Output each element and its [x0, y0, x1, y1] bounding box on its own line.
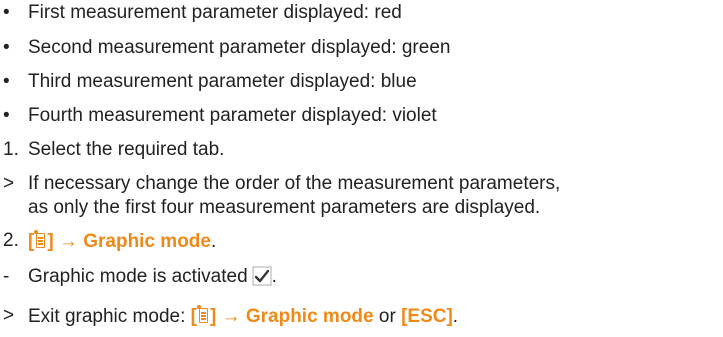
checkbox-checked-icon	[252, 266, 272, 286]
menu-icon	[196, 305, 210, 324]
result-marker: >	[3, 173, 15, 194]
bullet-text: Fourth measurement parameter displayed: …	[28, 105, 437, 126]
result-text-line-1: If necessary change the order of the mea…	[28, 173, 561, 194]
arrow: →	[216, 306, 246, 327]
arrow: →	[53, 231, 84, 252]
bullet-marker: •	[3, 71, 10, 92]
bullet-marker: •	[3, 2, 10, 23]
step-text: Select the required tab.	[28, 139, 225, 160]
menu-item-graphic-mode: Graphic mode	[83, 231, 211, 252]
bullet-text: Second measurement parameter displayed: …	[28, 37, 451, 58]
activated-text: Graphic mode is activated	[28, 266, 248, 287]
menu-icon	[34, 230, 47, 249]
bullet-text: First measurement parameter displayed: r…	[28, 2, 402, 23]
exit-prefix: Exit graphic mode:	[28, 306, 191, 327]
step-text: [] → Graphic mode.	[28, 230, 216, 253]
esc-key: [ESC]	[401, 306, 453, 327]
period: .	[452, 306, 459, 327]
result-text: Graphic mode is activated .	[28, 266, 277, 288]
or-text: or	[373, 306, 402, 327]
result-marker: -	[3, 266, 10, 287]
menu-item-graphic-mode: Graphic mode	[245, 306, 374, 327]
bullet-marker: •	[3, 105, 10, 126]
period: .	[271, 266, 277, 287]
step-number: 1.	[3, 139, 19, 160]
bullet-marker: •	[3, 37, 10, 58]
bullet-text: Third measurement parameter displayed: b…	[28, 71, 417, 92]
result-text-line-2: as only the first four measurement param…	[28, 197, 541, 218]
exit-text: Exit graphic mode: [] → Graphic mode or …	[28, 305, 458, 328]
period: .	[210, 231, 217, 252]
step-number: 2.	[3, 230, 19, 251]
result-marker: >	[3, 305, 15, 326]
